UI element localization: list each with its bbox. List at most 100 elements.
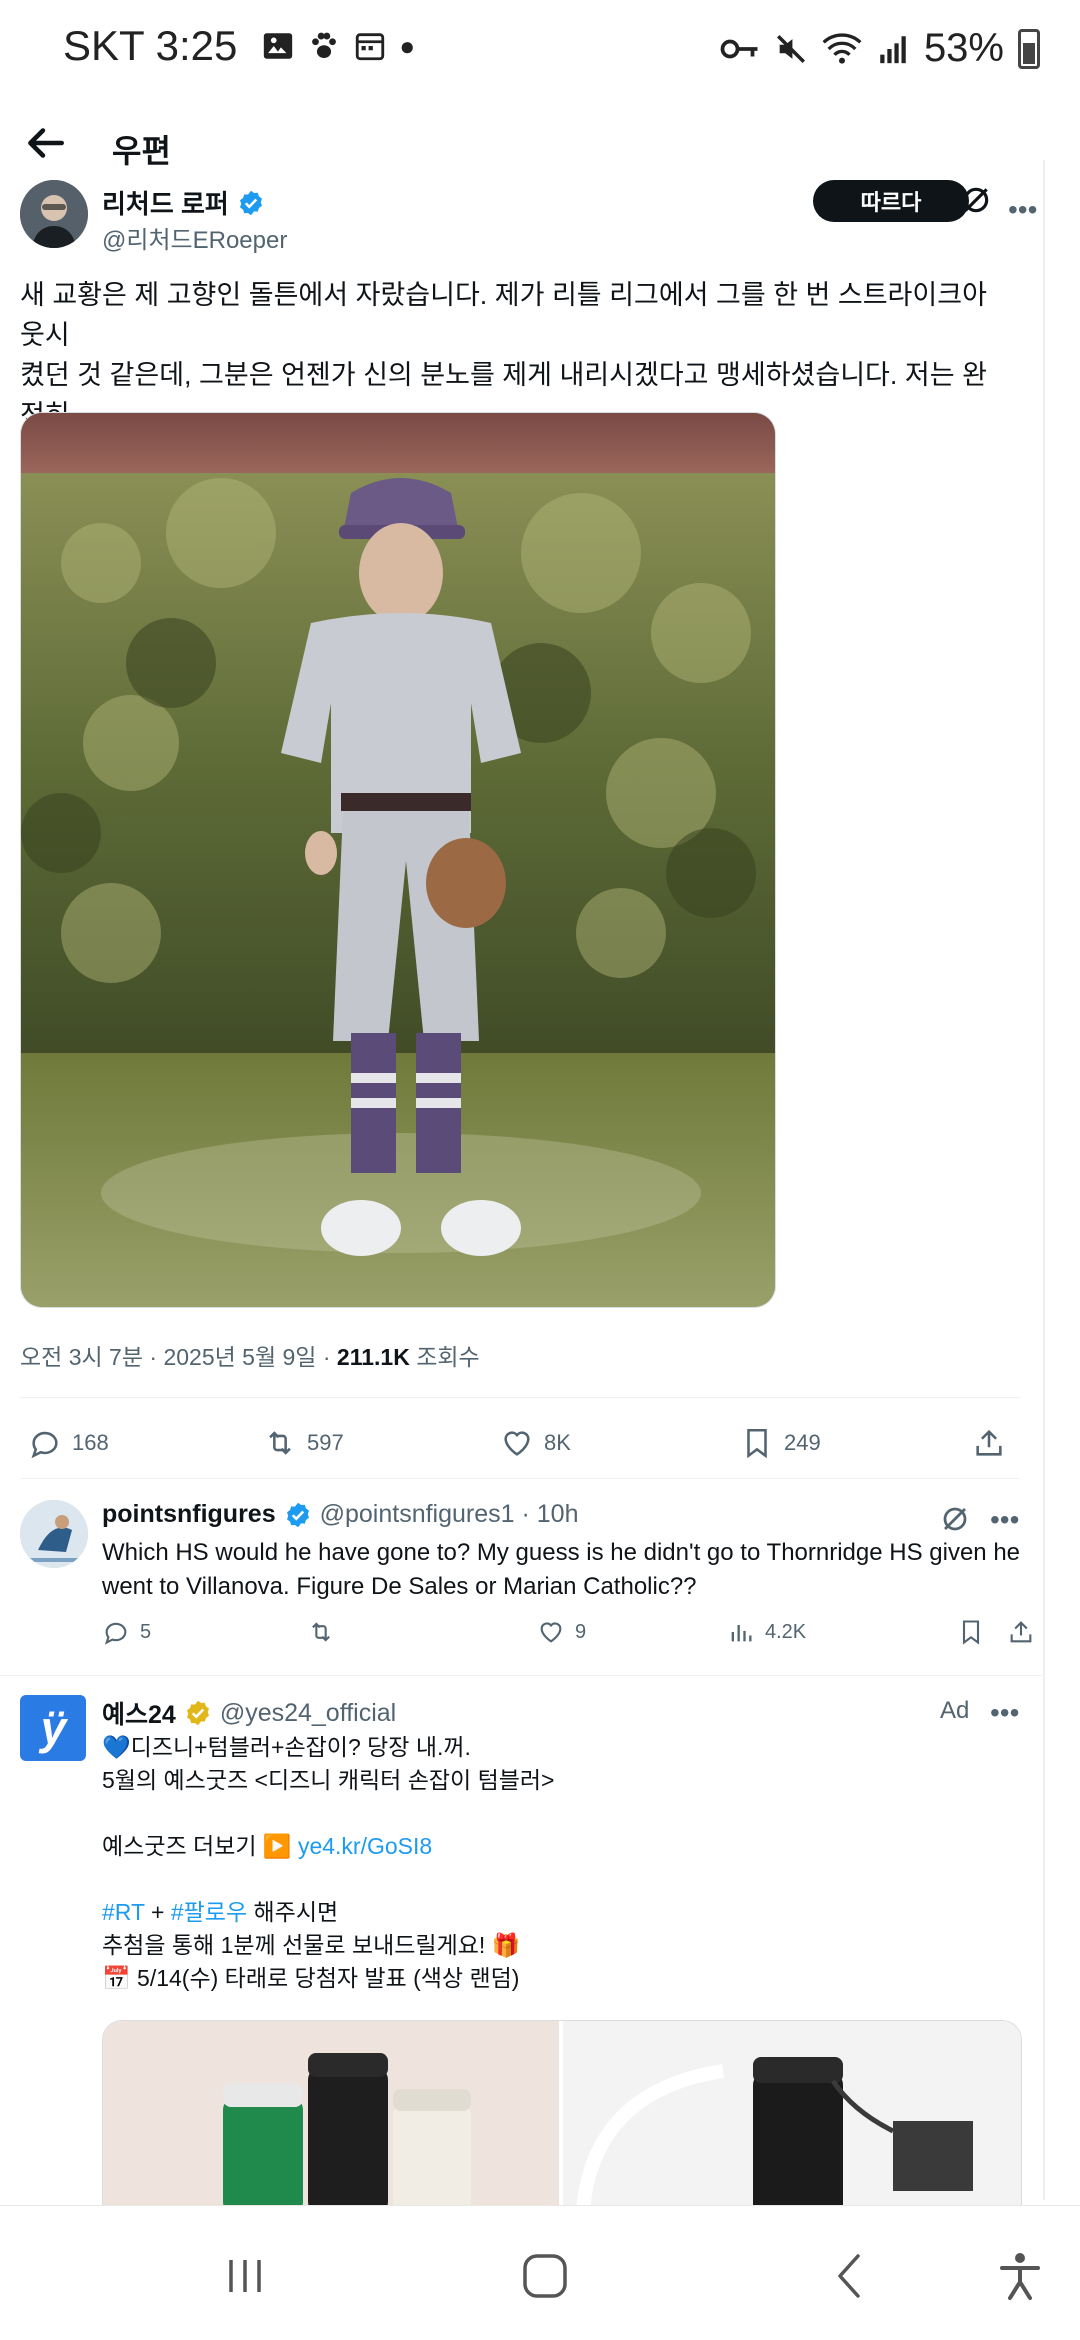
ad-more-text: 예스굿즈 더보기 ▶️: [102, 1833, 298, 1859]
grok-icon[interactable]: [960, 184, 992, 216]
verified-badge-icon: [286, 1502, 309, 1527]
share-action[interactable]: [1007, 1618, 1035, 1646]
author-handle[interactable]: @리처드ERoeper: [102, 220, 287, 255]
reply-action[interactable]: 5: [102, 1618, 151, 1646]
share-icon: [1010, 1621, 1032, 1643]
ad-line: #RT + #팔로우 해주시면: [102, 1896, 1002, 1929]
status-right: 53%: [720, 26, 1040, 71]
battery-icon: [1018, 28, 1040, 69]
views-action[interactable]: 4.2K: [727, 1618, 806, 1646]
like-count: 8K: [544, 1430, 571, 1455]
ad-image-tumblers[interactable]: [103, 2021, 561, 2210]
vpn-key-icon: [720, 39, 758, 58]
divider: [20, 1397, 1020, 1398]
retweet-icon: [269, 1431, 291, 1455]
divider: [0, 1675, 1045, 1676]
reply-author-handle[interactable]: @pointsnfigures1 · 10h: [320, 1500, 579, 1529]
reply-author-name[interactable]: pointsnfigures: [102, 1500, 276, 1529]
scroll-rail: [1043, 160, 1045, 2200]
bookmark-action[interactable]: [957, 1618, 985, 1646]
ad-header: 예스24 @yes24_official: [102, 1695, 396, 1731]
reply-icon: [104, 1622, 127, 1645]
calendar-icon: [356, 33, 385, 61]
ad-line: 추첨을 통해 1분께 선물로 보내드릴게요! 🎁: [102, 1932, 521, 1958]
bookmark-icon: [962, 1620, 980, 1645]
heart-icon: [540, 1622, 562, 1643]
share-action[interactable]: [972, 1426, 1006, 1460]
gallery-icon: [264, 33, 293, 59]
tweet-meta: 오전 3시 7분 · 2025년 5월 9일 · 211.1K 조회수: [20, 1338, 480, 1372]
tweet-timestamp: 오전 3시 7분 · 2025년 5월 9일 ·: [20, 1344, 337, 1370]
reply-action[interactable]: 168: [28, 1426, 109, 1460]
ad-line: 📅 5/14(수) 타래로 당첨자 발표 (색상 랜덤): [102, 1965, 520, 1991]
reply-count: 5: [140, 1620, 152, 1643]
like-count: 9: [575, 1620, 587, 1643]
views-label: 조회수: [409, 1344, 480, 1370]
author-avatar[interactable]: [20, 180, 88, 248]
reply-header: pointsnfigures @pointsnfigures1 · 10h: [102, 1500, 578, 1529]
paw-icon: [312, 32, 337, 59]
gold-verified-badge-icon: [186, 1700, 209, 1726]
ad-body: 💙디즈니+텀블러+손잡이? 당장 내.꺼. 5월의 예스굿즈 <디즈니 캐릭터 …: [102, 1731, 1002, 1995]
back-arrow-icon[interactable]: [20, 118, 70, 168]
views-count[interactable]: 211.1K: [337, 1344, 410, 1370]
follow-button[interactable]: 따르다: [813, 180, 969, 222]
tweet-photo[interactable]: [20, 412, 776, 1308]
mute-icon: [776, 34, 805, 63]
bookmark-icon: [747, 1428, 767, 1459]
reply-text: Which HS would he have gone to? My guess…: [102, 1539, 1021, 1600]
more-options-icon[interactable]: •••: [1008, 194, 1037, 226]
advertiser-logo[interactable]: ÿ: [20, 1695, 86, 1761]
reply-avatar[interactable]: [20, 1500, 88, 1568]
ad-author-name[interactable]: 예스24: [102, 1695, 176, 1731]
status-left: SKT 3:25 ●: [63, 22, 415, 70]
heart-icon: [504, 1431, 530, 1456]
views-count: 4.2K: [765, 1620, 807, 1643]
home-icon[interactable]: [515, 2246, 575, 2306]
like-action[interactable]: 9: [537, 1618, 586, 1646]
reply-actions: 5 9 4.2K: [102, 1618, 1032, 1658]
hashtag-follow[interactable]: #팔로우: [171, 1899, 247, 1925]
ad-line-suffix: 해주시면: [247, 1899, 339, 1925]
bookmark-count: 249: [784, 1430, 821, 1455]
retweet-action[interactable]: [307, 1618, 335, 1646]
divider: [20, 1478, 1020, 1479]
wifi-icon: [822, 32, 862, 64]
ad-media[interactable]: [102, 2020, 1022, 2210]
post-header: 우편: [0, 100, 1080, 190]
ad-line: 예스굿즈 더보기 ▶️ ye4.kr/GoSI8: [102, 1830, 1002, 1863]
grok-icon[interactable]: [940, 1504, 970, 1534]
share-icon: [976, 1429, 1002, 1456]
analytics-icon: [731, 1625, 752, 1642]
more-options-icon[interactable]: •••: [990, 1697, 1019, 1729]
author-name-line[interactable]: 리처드 로퍼: [102, 184, 265, 221]
retweet-action[interactable]: 597: [263, 1426, 344, 1460]
ad-line: 5월의 예스굿즈 <디즈니 캐릭터 손잡이 텀블러>: [102, 1767, 555, 1793]
hashtag-rt[interactable]: #RT: [102, 1899, 145, 1925]
author-name[interactable]: 리처드 로퍼: [102, 184, 229, 221]
recent-apps-icon[interactable]: [215, 2246, 275, 2306]
verified-badge-icon: [239, 190, 262, 215]
bookmark-action[interactable]: 249: [740, 1426, 821, 1460]
plus-sign: +: [144, 1899, 171, 1925]
more-options-icon[interactable]: •••: [990, 1504, 1019, 1536]
ad-image-kettle[interactable]: [563, 2021, 1021, 2210]
back-icon[interactable]: [820, 2246, 880, 2306]
signal-icon: [880, 35, 906, 63]
dot-icon: ●: [399, 30, 416, 61]
like-action[interactable]: 8K: [500, 1426, 571, 1460]
notification-icons: ●: [261, 29, 415, 63]
retweet-count: 597: [307, 1430, 344, 1455]
ad-label: Ad: [940, 1697, 970, 1724]
retweet-icon: [312, 1622, 330, 1642]
page-title: 우편: [112, 133, 171, 169]
tweet-actions: 168 597 8K 249: [20, 1418, 1020, 1478]
carrier-time: SKT 3:25: [63, 22, 238, 69]
reply-icon: [31, 1431, 58, 1459]
tweet-text-line: 새 교황은 제 고향인 돌튼에서 자랐습니다. 제가 리틀 리그에서 그를 한 …: [20, 280, 987, 350]
accessibility-icon[interactable]: [990, 2246, 1050, 2306]
ad-author-handle[interactable]: @yes24_official: [220, 1699, 396, 1728]
ad-link[interactable]: ye4.kr/GoSI8: [298, 1833, 432, 1859]
status-bar: SKT 3:25 ● 53%: [0, 0, 1080, 100]
system-nav-bar: [0, 2205, 1080, 2340]
